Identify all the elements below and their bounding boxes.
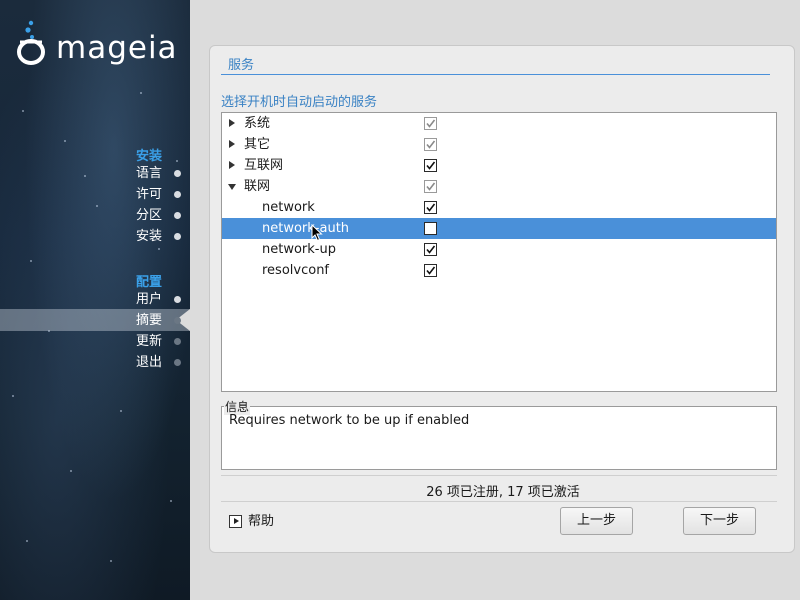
tree-row-label: network-up: [262, 242, 336, 257]
nav-section-install: 安装: [135, 149, 162, 164]
nav-item-label: 分区: [135, 208, 162, 223]
nav-item-label: 摘要: [135, 313, 162, 328]
help-label: 帮助: [248, 514, 275, 529]
nav-item-label: 语言: [135, 166, 162, 181]
tree-row-label: resolvconf: [262, 263, 330, 278]
status-divider: [221, 475, 777, 476]
service-checkbox[interactable]: [424, 159, 437, 172]
checkmark-icon: [426, 119, 436, 128]
mageia-cauldron-icon: [17, 20, 45, 65]
nav-item-label: 更新: [135, 334, 162, 349]
service-checkbox[interactable]: [424, 180, 437, 193]
services-tree[interactable]: 系统 其它 互联网 联网 network network-auth networ…: [221, 112, 777, 392]
previous-button[interactable]: 上一步: [560, 507, 633, 535]
nav-item-update: 更新: [135, 331, 181, 352]
checkmark-icon: [426, 140, 436, 149]
tree-row-category[interactable]: 系统: [222, 113, 776, 134]
checkmark-icon: [426, 266, 436, 275]
tree-row-service[interactable]: network-up: [222, 239, 776, 260]
nav-item-partition: 分区: [135, 205, 181, 226]
tree-row-label: network: [262, 200, 315, 215]
nav-item-language: 语言: [135, 163, 181, 184]
nav-item-label: 安装: [135, 229, 162, 244]
next-button[interactable]: 下一步: [683, 507, 756, 535]
info-description: Requires network to be up if enabled: [229, 413, 470, 428]
step-dot-icon: [174, 296, 181, 303]
collapse-arrow-icon[interactable]: [228, 184, 236, 190]
tree-row-service[interactable]: resolvconf: [222, 260, 776, 281]
step-dot-icon: [174, 233, 181, 240]
tree-row-label: network-auth: [262, 221, 350, 236]
service-checkbox[interactable]: [424, 117, 437, 130]
nav-section-configure: 配置: [135, 275, 162, 290]
nav-item-label: 退出: [135, 355, 162, 370]
tree-row-label: 系统: [244, 116, 271, 131]
expand-arrow-icon[interactable]: [229, 161, 235, 169]
checkmark-icon: [426, 161, 436, 170]
sidebar: mageia 安装 语言 许可 分区 安装 配置 用户 摘要 更新 退出: [0, 0, 190, 600]
nav-item-license: 许可: [135, 184, 181, 205]
tree-row-label: 互联网: [244, 158, 284, 173]
tree-row-category[interactable]: 其它: [222, 134, 776, 155]
mouse-pointer-icon: [311, 224, 323, 242]
title-divider: [221, 74, 770, 75]
checkmark-icon: [426, 245, 436, 254]
step-dot-icon: [174, 317, 181, 324]
footer-divider: [221, 501, 777, 502]
checkmark-icon: [426, 182, 436, 191]
expand-arrow-icon[interactable]: [229, 119, 235, 127]
tree-row-service-selected[interactable]: network-auth: [222, 218, 776, 239]
nav-item-users: 用户: [135, 289, 181, 310]
expand-arrow-icon[interactable]: [229, 140, 235, 148]
service-checkbox[interactable]: [424, 264, 437, 277]
nav-item-exit: 退出: [135, 352, 181, 373]
tree-row-label: 其它: [244, 137, 271, 152]
step-dot-icon: [174, 170, 181, 177]
tree-row-category[interactable]: 联网: [222, 176, 776, 197]
step-dot-icon: [174, 212, 181, 219]
services-status: 26 项已注册, 17 项已激活: [426, 485, 580, 500]
tree-row-label: 联网: [244, 179, 271, 194]
step-dot-icon: [174, 191, 181, 198]
nav-item-install: 安装: [135, 226, 181, 247]
service-checkbox[interactable]: [424, 138, 437, 151]
nav-item-summary: 摘要: [135, 310, 181, 331]
step-dot-icon: [174, 359, 181, 366]
service-checkbox[interactable]: [424, 243, 437, 256]
services-panel: 服务 选择开机时自动启动的服务 系统 其它 互联网 联网 network net…: [209, 45, 795, 553]
page-subtitle: 选择开机时自动启动的服务: [221, 95, 378, 110]
nav-item-label: 许可: [135, 187, 162, 202]
play-triangle-icon: [229, 515, 242, 528]
tree-row-category[interactable]: 互联网: [222, 155, 776, 176]
logo-text: mageia: [56, 30, 178, 66]
nav-item-label: 用户: [135, 292, 162, 307]
step-dot-icon: [174, 338, 181, 345]
tree-row-service[interactable]: network: [222, 197, 776, 218]
service-checkbox[interactable]: [424, 222, 437, 235]
page-title: 服务: [228, 58, 255, 73]
service-checkbox[interactable]: [424, 201, 437, 214]
checkmark-icon: [426, 203, 436, 212]
info-frame: 信息 Requires network to be up if enabled: [221, 398, 777, 470]
